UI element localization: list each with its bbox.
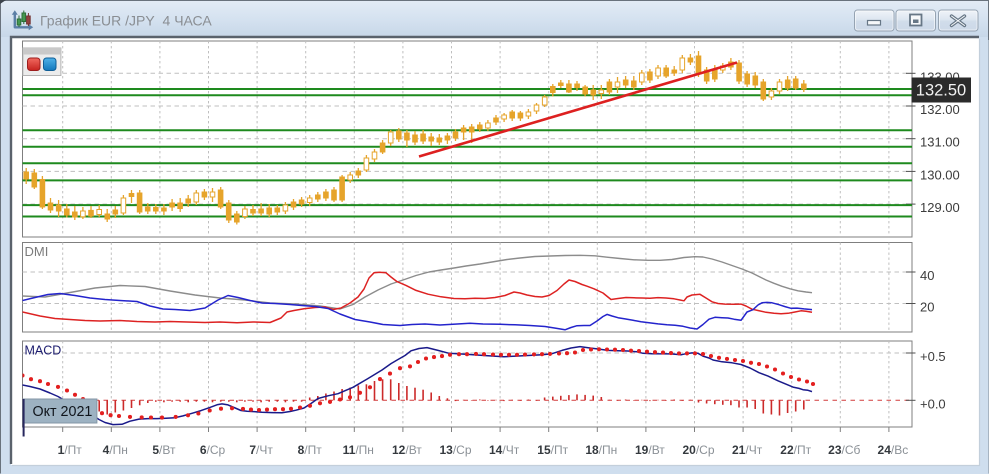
svg-text:4/Пн: 4/Пн [103,443,128,457]
svg-text:DMI: DMI [25,244,49,259]
svg-text:132.50: 132.50 [916,82,966,100]
svg-text:20: 20 [920,300,934,315]
svg-text:21/Чт: 21/Чт [732,443,763,457]
svg-text:12/Вт: 12/Вт [392,443,422,457]
svg-text:11/Пн: 11/Пн [343,443,374,457]
svg-text:7/Чт: 7/Чт [249,443,273,457]
svg-text:+0.5: +0.5 [920,349,946,364]
svg-text:22/Пт: 22/Пт [780,443,811,457]
svg-text:13/Ср: 13/Ср [439,443,471,457]
svg-text:19/Вт: 19/Вт [635,443,665,457]
svg-text:MACD: MACD [25,344,62,358]
svg-text:132.00: 132.00 [920,102,960,117]
svg-text:14/Чт: 14/Чт [489,443,520,457]
svg-text:40: 40 [920,268,934,283]
svg-text:24/Вс: 24/Вс [878,443,909,457]
svg-text:20/Ср: 20/Ср [682,443,714,457]
svg-text:+0.0: +0.0 [920,396,946,411]
svg-text:131.00: 131.00 [920,135,960,150]
svg-text:23/Сб: 23/Сб [828,443,860,457]
svg-text:8/Пт: 8/Пт [298,443,323,457]
svg-text:6/Ср: 6/Ср [200,443,226,457]
svg-text:130.00: 130.00 [920,167,960,182]
svg-text:18/Пн: 18/Пн [585,443,617,457]
svg-text:129.00: 129.00 [920,200,960,215]
svg-text:1/Пт: 1/Пт [58,443,83,457]
svg-text:Окт 2021: Окт 2021 [33,404,93,420]
svg-text:График EUR /JPY 4 ЧАСА: График EUR /JPY 4 ЧАСА [40,13,212,29]
svg-text:15/Пт: 15/Пт [537,443,568,457]
svg-text:5/Вт: 5/Вт [152,443,176,457]
